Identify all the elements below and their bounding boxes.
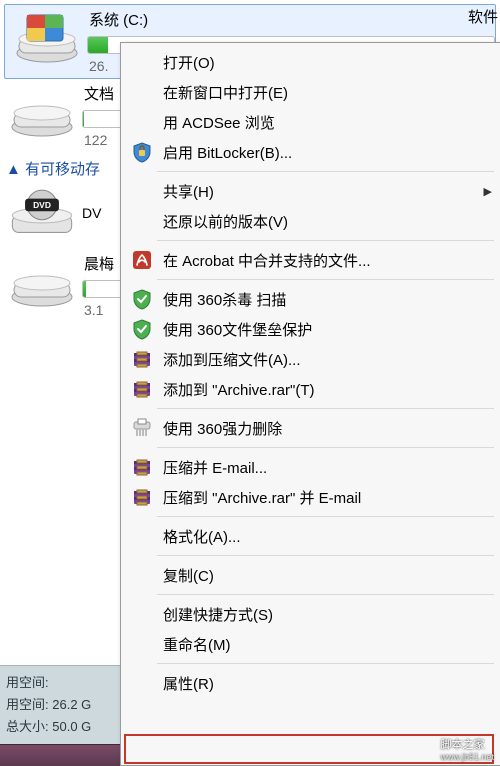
winrar-icon — [127, 455, 157, 479]
shield360-icon — [127, 287, 157, 311]
menu-separator — [157, 279, 494, 280]
menu-item[interactable]: 压缩并 E-mail... — [121, 452, 500, 482]
menu-separator — [157, 555, 494, 556]
winrar-icon — [127, 485, 157, 509]
menu-item[interactable]: 打开(O) — [121, 47, 500, 77]
acrobat-icon — [127, 248, 157, 272]
menu-item[interactable]: 用 ACDSee 浏览 — [121, 107, 500, 137]
menu-item-label: 重命名(M) — [157, 634, 231, 655]
blank-icon — [127, 50, 157, 74]
winrar-icon — [127, 377, 157, 401]
menu-item-label: 压缩到 "Archive.rar" 并 E-mail — [157, 487, 361, 508]
details-panel: 用空间: 用空间: 26.2 G 总大小: 50.0 G — [0, 665, 122, 744]
drive-icon-docs — [6, 81, 78, 141]
menu-item-label: 共享(H) — [157, 181, 214, 202]
menu-item-label: 格式化(A)... — [157, 526, 241, 547]
watermark: 脚本之家 www.jb51.net — [440, 736, 494, 762]
blank-icon — [127, 80, 157, 104]
menu-item-label: 压缩并 E-mail... — [157, 457, 267, 478]
blank-icon — [127, 524, 157, 548]
menu-item[interactable]: 添加到 "Archive.rar"(T) — [121, 374, 500, 404]
menu-item[interactable]: 添加到压缩文件(A)... — [121, 344, 500, 374]
menu-item-label: 使用 360杀毒 扫描 — [157, 289, 286, 310]
dvd-drive-label: DV — [78, 205, 101, 221]
menu-item[interactable]: 使用 360文件堡垒保护 — [121, 314, 500, 344]
menu-item-label: 还原以前的版本(V) — [157, 211, 288, 232]
drive-row-dvd[interactable]: DVD DV — [0, 185, 130, 241]
context-menu: 打开(O) 在新窗口中打开(E) 用 ACDSee 浏览启用 BitLocker(B… — [120, 42, 500, 766]
menu-item-label: 使用 360强力删除 — [157, 418, 282, 439]
menu-item-label: 添加到 "Archive.rar"(T) — [157, 379, 315, 400]
menu-separator — [157, 447, 494, 448]
menu-separator — [157, 171, 494, 172]
menu-item-label: 添加到压缩文件(A)... — [157, 349, 301, 370]
winrar-icon — [127, 347, 157, 371]
menu-separator — [157, 516, 494, 517]
blank-icon — [127, 563, 157, 587]
svg-text:DVD: DVD — [33, 200, 51, 210]
menu-item[interactable]: 使用 360强力删除 — [121, 413, 500, 443]
shredder-icon — [127, 416, 157, 440]
menu-item-label: 在新窗口中打开(E) — [157, 82, 288, 103]
blank-icon — [127, 179, 157, 203]
menu-item-label: 启用 BitLocker(B)... — [157, 142, 292, 163]
menu-separator — [157, 240, 494, 241]
drive-row-docs[interactable]: 文档 122 — [0, 79, 130, 152]
menu-item[interactable]: 压缩到 "Archive.rar" 并 E-mail — [121, 482, 500, 512]
menu-item[interactable]: 还原以前的版本(V) — [121, 206, 500, 236]
menu-separator — [157, 663, 494, 664]
drive-right-partial-label: 软件 — [468, 6, 498, 27]
dvd-drive-icon: DVD — [6, 189, 78, 237]
menu-item[interactable]: 在 Acrobat 中合并支持的文件... — [121, 245, 500, 275]
menu-item[interactable]: 格式化(A)... — [121, 521, 500, 551]
menu-item[interactable]: 复制(C) — [121, 560, 500, 590]
menu-item[interactable]: 创建快捷方式(S) — [121, 599, 500, 629]
blank-icon — [127, 209, 157, 233]
menu-item[interactable]: 使用 360杀毒 扫描 — [121, 284, 500, 314]
menu-item[interactable]: 共享(H) ▶ — [121, 176, 500, 206]
menu-item-label: 用 ACDSee 浏览 — [157, 112, 275, 133]
bitlocker-icon — [127, 140, 157, 164]
taskbar — [0, 744, 122, 766]
menu-item-label: 在 Acrobat 中合并支持的文件... — [157, 250, 371, 271]
drive-row-chen[interactable]: 晨梅 3.1 — [0, 249, 130, 322]
menu-separator — [157, 408, 494, 409]
menu-item-label: 复制(C) — [157, 565, 214, 586]
blank-icon — [127, 632, 157, 656]
menu-item-label: 属性(R) — [157, 673, 214, 694]
blank-icon — [127, 602, 157, 626]
menu-item-label: 使用 360文件堡垒保护 — [157, 319, 312, 340]
menu-item[interactable]: 重命名(M) — [121, 629, 500, 659]
menu-item-label: 创建快捷方式(S) — [157, 604, 273, 625]
shield360-icon — [127, 317, 157, 341]
menu-item[interactable]: 属性(R) — [121, 668, 500, 698]
drive-title-c: 系统 (C:) — [87, 9, 495, 30]
blank-icon — [127, 110, 157, 134]
drive-icon-c — [11, 7, 83, 67]
submenu-arrow-icon: ▶ — [484, 185, 492, 198]
blank-icon — [127, 671, 157, 695]
menu-item[interactable]: 启用 BitLocker(B)... — [121, 137, 500, 167]
menu-item-label: 打开(O) — [157, 52, 215, 73]
drive-icon-chen — [6, 251, 78, 311]
menu-separator — [157, 594, 494, 595]
menu-item[interactable]: 在新窗口中打开(E) — [121, 77, 500, 107]
